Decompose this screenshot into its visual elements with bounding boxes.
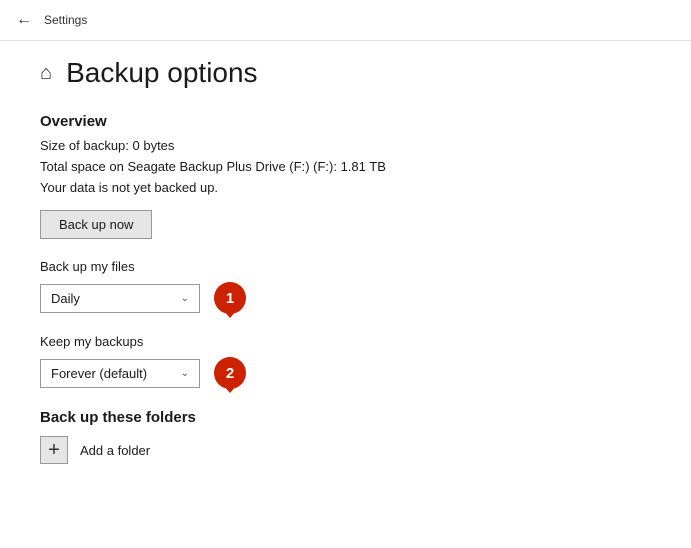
backup-size-line: Size of backup: 0 bytes (40, 136, 651, 157)
folders-title: Back up these folders (40, 409, 651, 426)
add-folder-button[interactable]: + (40, 436, 68, 464)
add-folder-row: + Add a folder (40, 436, 651, 464)
title-bar: ← Settings (0, 0, 691, 40)
add-folder-text: Add a folder (80, 443, 150, 458)
home-icon: ⌂ (40, 62, 52, 85)
badge-2: 2 (214, 357, 246, 389)
total-space-line: Total space on Seagate Backup Plus Drive… (40, 157, 651, 178)
keep-backups-label: Keep my backups (40, 334, 651, 349)
chevron-down-icon: ⌄ (181, 293, 189, 304)
folders-section: Back up these folders + Add a folder (40, 409, 651, 464)
keep-backups-dropdown[interactable]: Forever (default) ⌄ (40, 359, 200, 388)
backup-frequency-value: Daily (51, 291, 80, 306)
backup-status-line: Your data is not yet backed up. (40, 178, 651, 199)
overview-section: Overview Size of backup: 0 bytes Total s… (40, 113, 651, 239)
chevron-down-icon-2: ⌄ (181, 368, 189, 379)
overview-title: Overview (40, 113, 651, 130)
main-content: ⌂ Backup options Overview Size of backup… (0, 45, 691, 548)
backup-frequency-row: Daily ⌄ 1 (40, 282, 651, 314)
backup-frequency-label: Back up my files (40, 259, 651, 274)
backup-now-button[interactable]: Back up now (40, 210, 152, 239)
keep-backups-value: Forever (default) (51, 366, 147, 381)
badge-1: 1 (214, 282, 246, 314)
keep-backups-section: Keep my backups Forever (default) ⌄ 2 (40, 334, 651, 389)
backup-frequency-section: Back up my files Daily ⌄ 1 (40, 259, 651, 314)
backup-frequency-dropdown[interactable]: Daily ⌄ (40, 284, 200, 313)
keep-backups-row: Forever (default) ⌄ 2 (40, 357, 651, 389)
page-header: ⌂ Backup options (40, 57, 651, 89)
settings-window: ← Settings ⌂ Backup options Overview Siz… (0, 0, 691, 548)
app-title: Settings (44, 13, 87, 27)
page-title: Backup options (66, 57, 257, 89)
divider (0, 40, 691, 41)
back-button[interactable]: ← (16, 11, 32, 29)
